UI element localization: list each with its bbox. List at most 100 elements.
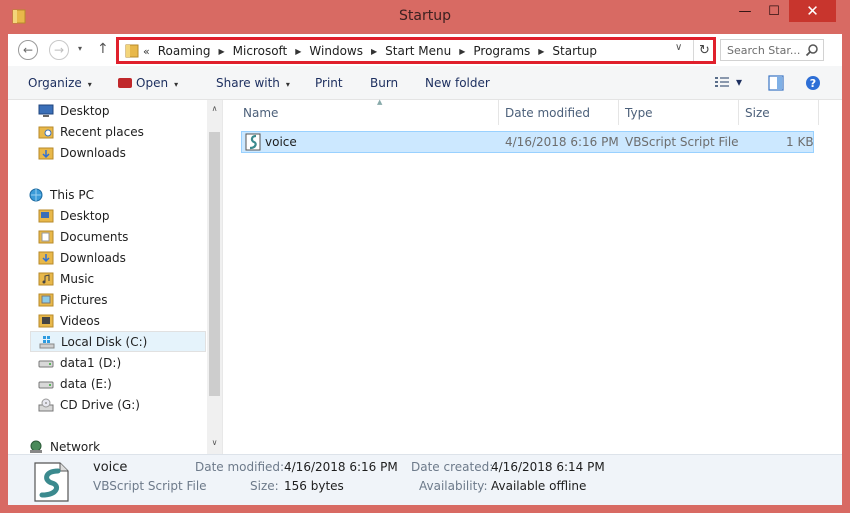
nav-item-label: Network [50, 439, 101, 454]
details-file-name: voice [93, 460, 128, 475]
burn-button[interactable]: Burn [370, 76, 398, 90]
column-header-name[interactable]: Name ▲ [237, 98, 499, 125]
music-folder-icon [38, 272, 54, 285]
desktop-icon [38, 104, 54, 117]
close-button[interactable]: ✕ [789, 0, 836, 22]
details-date-created-label: Date created: [411, 460, 494, 474]
search-icon [805, 44, 818, 57]
nav-item-label: Downloads [60, 250, 126, 265]
open-label: Open [136, 76, 169, 90]
share-with-button[interactable]: Share with ▾ [216, 76, 290, 90]
recent-places-icon [38, 126, 54, 138]
breadcrumb-item[interactable]: Microsoft [233, 44, 288, 58]
file-name: voice [265, 135, 297, 149]
nav-item-label: Local Disk (C:) [61, 334, 148, 349]
details-size: 156 bytes [284, 479, 344, 493]
file-list[interactable]: Name ▲ Date modified Type Size voice 4/1… [222, 98, 842, 454]
refresh-button[interactable]: ↻ [693, 40, 715, 61]
preview-pane-icon[interactable] [768, 75, 784, 91]
new-folder-button[interactable]: New folder [425, 76, 490, 90]
back-button[interactable]: ← [18, 40, 38, 60]
chevron-right-icon[interactable]: ▶ [371, 47, 377, 56]
search-input[interactable] [721, 40, 801, 60]
folder-icon [125, 44, 139, 58]
svg-text:?: ? [810, 77, 816, 90]
column-header-size[interactable]: Size [739, 100, 819, 125]
nav-item-this-pc[interactable]: This PC [28, 184, 226, 205]
chevron-down-icon[interactable]: ∨ [675, 42, 682, 53]
file-date-modified: 4/16/2018 6:16 PM [505, 135, 619, 149]
minimize-button[interactable]: — [731, 0, 759, 22]
share-with-label: Share with [216, 76, 280, 90]
this-pc-icon [29, 188, 43, 201]
breadcrumb-item[interactable]: Programs [473, 44, 530, 58]
chevron-right-icon[interactable]: ▶ [295, 47, 301, 56]
nav-item-label: CD Drive (G:) [60, 397, 140, 412]
windows-drive-icon [39, 335, 55, 348]
title-bar[interactable]: Startup — ☐ ✕ [0, 0, 850, 34]
overflow-chevron[interactable]: « [143, 45, 150, 58]
view-options-dropdown[interactable]: ▾ [736, 75, 742, 89]
organize-button[interactable]: Organize ▾ [28, 76, 92, 90]
print-button[interactable]: Print [315, 76, 343, 90]
downloads-folder-icon [38, 147, 54, 159]
help-icon[interactable]: ? [805, 75, 821, 91]
column-header-type[interactable]: Type [619, 100, 739, 125]
details-availability: Available offline [491, 479, 587, 493]
breadcrumb-item[interactable]: Windows [309, 44, 363, 58]
open-with-icon [118, 78, 132, 88]
cd-drive-icon [38, 398, 54, 411]
nav-item-label: Recent places [60, 124, 144, 139]
window-border [0, 505, 850, 513]
breadcrumb-item[interactable]: Startup [552, 44, 597, 58]
view-details-icon[interactable] [714, 75, 732, 89]
nav-item-label: Desktop [60, 103, 110, 118]
scroll-up-button[interactable]: ∧ [207, 104, 222, 113]
file-type: VBScript Script File [625, 135, 739, 149]
address-bar[interactable]: « Roaming ▶ Microsoft ▶ Windows ▶ Start … [116, 37, 716, 64]
nav-item-label: Downloads [60, 145, 126, 160]
nav-item-label: Videos [60, 313, 100, 328]
videos-folder-icon [38, 314, 54, 327]
breadcrumb-item[interactable]: Roaming [158, 44, 211, 58]
recent-locations-dropdown[interactable]: ▾ [78, 44, 82, 53]
window-title: Startup [399, 8, 451, 24]
chevron-right-icon[interactable]: ▶ [218, 47, 224, 56]
chevron-down-icon: ▾ [285, 80, 290, 89]
nav-item-label: Music [60, 271, 95, 286]
desktop-folder-icon [38, 209, 54, 222]
details-size-label: Size: [250, 479, 279, 493]
nav-item-local-disk-c[interactable]: Local Disk (C:) [30, 331, 206, 352]
vbscript-file-icon [245, 133, 261, 151]
chevron-right-icon[interactable]: ▶ [459, 47, 465, 56]
navigation-pane-scrollbar[interactable]: ∧ ∨ [207, 100, 222, 454]
documents-folder-icon [38, 230, 54, 243]
nav-item-label: Pictures [60, 292, 108, 307]
details-file-type: VBScript Script File [93, 479, 207, 493]
organize-label: Organize [28, 76, 82, 90]
nav-item-label: This PC [50, 187, 94, 202]
nav-item-label: Documents [60, 229, 129, 244]
vbscript-file-icon [34, 462, 69, 502]
command-bar: Organize ▾ Open ▾ Share with ▾ Print Burn N… [8, 66, 842, 100]
file-row[interactable]: voice 4/16/2018 6:16 PM VBScript Script … [241, 131, 814, 153]
scroll-down-button[interactable]: ∨ [207, 438, 222, 447]
maximize-button[interactable]: ☐ [760, 0, 788, 22]
network-icon [30, 440, 42, 453]
up-button[interactable]: ↑ [97, 41, 109, 57]
nav-item-label: data1 (D:) [60, 355, 122, 370]
chevron-down-icon: ▾ [87, 80, 92, 89]
forward-button[interactable]: → [49, 40, 69, 60]
chevron-right-icon[interactable]: ▶ [538, 47, 544, 56]
file-size: 1 KB [786, 135, 814, 149]
scroll-thumb[interactable] [209, 132, 220, 396]
open-button[interactable]: Open ▾ [118, 76, 178, 90]
explorer-window: Startup — ☐ ✕ ← → ▾ ↑ « Roaming ▶ Micros… [0, 0, 850, 513]
column-header-date-modified[interactable]: Date modified [499, 100, 619, 125]
column-header-label: Name [243, 105, 279, 120]
details-pane: voice VBScript Script File Date modified… [8, 454, 842, 505]
breadcrumb-item[interactable]: Start Menu [385, 44, 451, 58]
search-box[interactable] [720, 39, 824, 61]
navigation-bar: ← → ▾ ↑ « Roaming ▶ Microsoft ▶ Windows … [8, 34, 842, 66]
navigation-pane: Desktop Recent places Downloads This PC … [8, 100, 222, 454]
